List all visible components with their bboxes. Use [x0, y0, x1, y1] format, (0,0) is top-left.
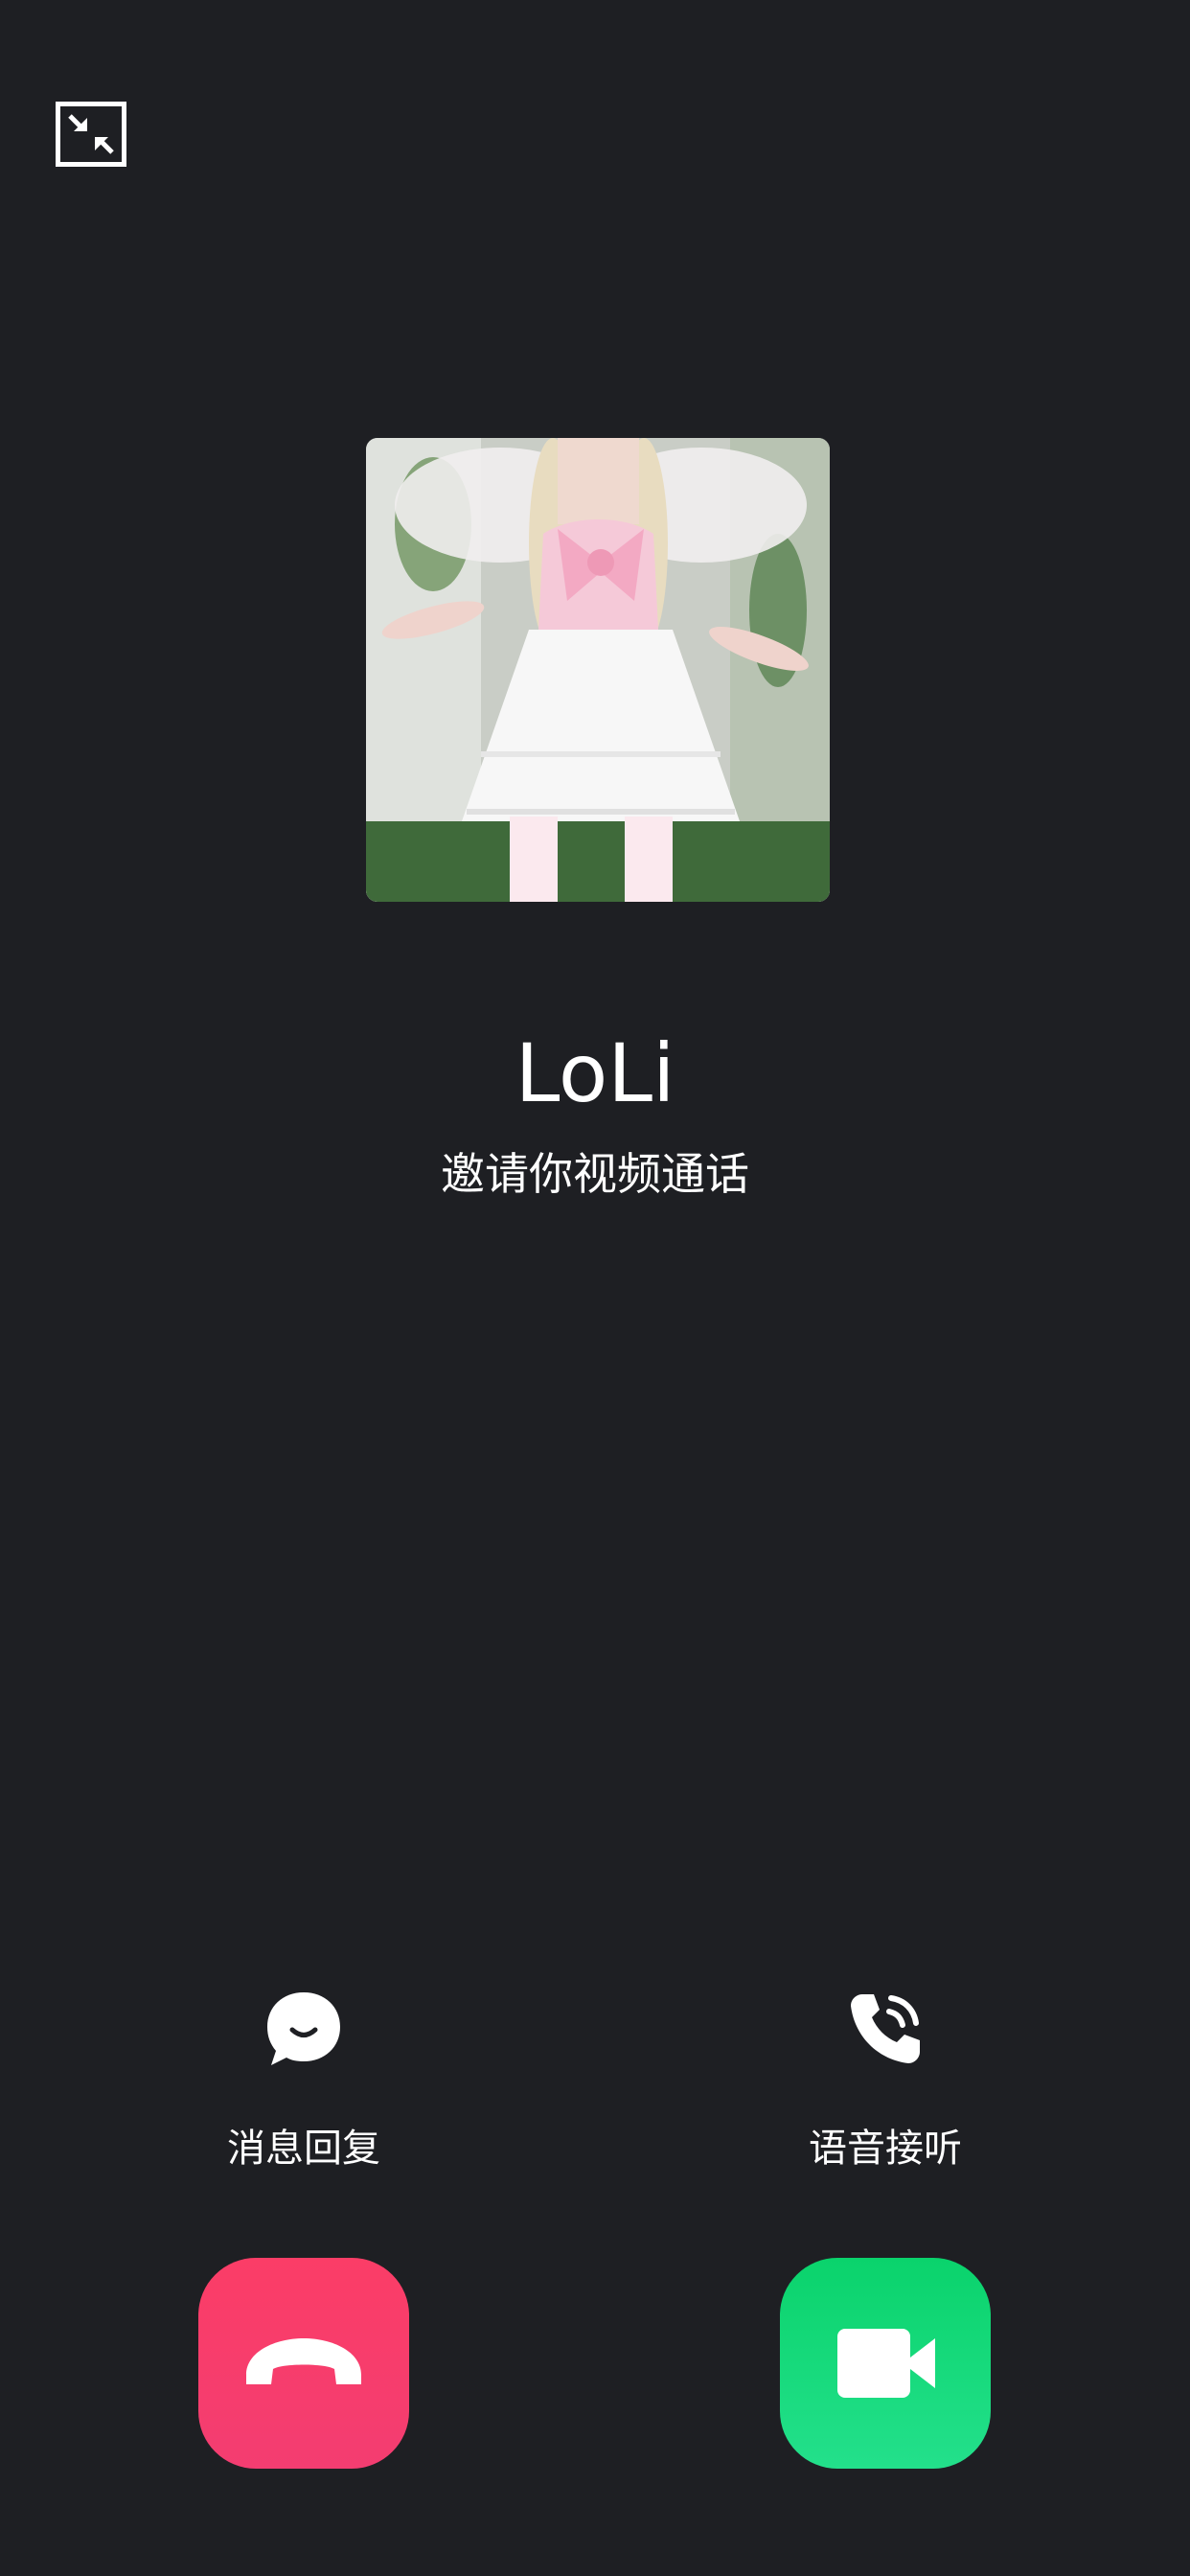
chat-bubble-icon: [263, 1989, 344, 2069]
caller-name: LoLi: [515, 1026, 675, 1120]
hang-up-icon: [246, 2338, 361, 2384]
minimize-icon: [68, 114, 114, 154]
avatar-image: [366, 438, 830, 902]
caller-avatar: [366, 438, 830, 902]
message-reply-label: 消息回复: [227, 2127, 380, 2171]
voice-answer-label: 语音接听: [809, 2127, 962, 2171]
video-camera-icon: [837, 2329, 935, 2398]
minimize-button[interactable]: [56, 102, 126, 167]
accept-video-call-button[interactable]: [780, 2258, 991, 2469]
message-reply-button[interactable]: 消息回复: [150, 1989, 457, 2173]
call-status-text: 邀请你视频通话: [441, 1148, 749, 1200]
voice-answer-button[interactable]: 语音接听: [732, 1989, 1039, 2173]
incoming-call-screen: LoLi 邀请你视频通话 消息回复 语音接听: [0, 0, 1190, 2576]
phone-icon: [845, 1989, 926, 2069]
decline-call-button[interactable]: [198, 2258, 409, 2469]
